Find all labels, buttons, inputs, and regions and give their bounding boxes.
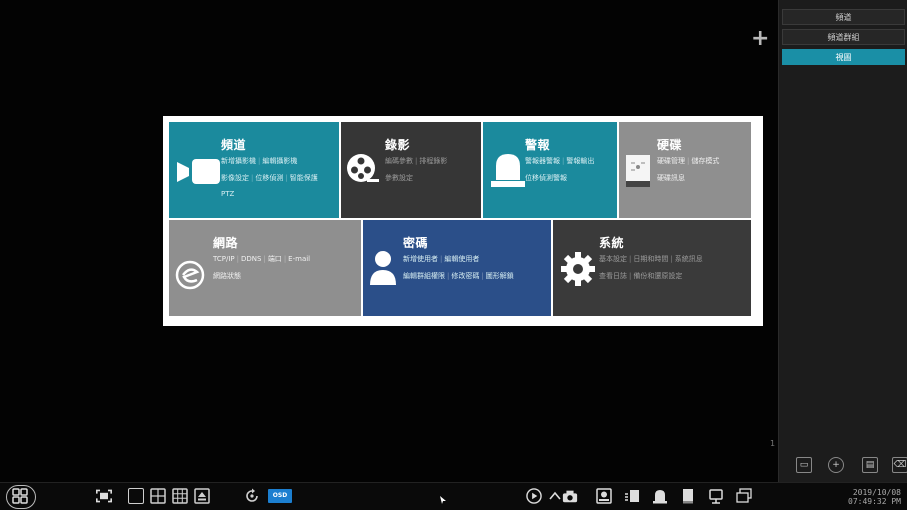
menu-tile-title: 錄影 (385, 138, 411, 152)
menu-tile-line-3: PTZ (221, 190, 235, 198)
clock-date: 2019/10/08 (852, 488, 901, 497)
menu-tile-line-2: 硬碟訊息 (657, 174, 685, 182)
hard-disk-icon (626, 155, 650, 187)
network-globe-icon (175, 260, 205, 290)
network-status-icon[interactable] (708, 488, 724, 504)
clock-time: 07:49:32 PM (848, 497, 901, 506)
layout-4-icon[interactable] (150, 488, 166, 504)
menu-tile-account[interactable]: 密碼 新增使用者 | 編輯使用者 編輯群組權限 | 修改密碼 | 圖形解鎖 (363, 220, 551, 316)
menu-tile-line-2: 影像設定 | 位移偵測 | 智能保護 (221, 174, 318, 182)
menu-tile-channel[interactable]: 頻道 新增攝影機 | 編輯攝影機 影像設定 | 位移偵測 | 智能保護 PTZ (169, 122, 339, 218)
menu-tile-title: 網路 (213, 236, 239, 250)
live-view-area[interactable]: + 1 頻道 新增攝影機 | 編輯攝影機 影像設定 | 位移偵測 | 智能保護 PTZ (0, 0, 778, 482)
manual-record-icon[interactable] (596, 488, 612, 504)
menu-tile-line-1: TCP/IP | DDNS | 端口 | E-mail (213, 255, 311, 263)
camera-icon (177, 159, 220, 184)
sidebar-tab-view[interactable]: 視圖 (782, 49, 905, 65)
sequence-icon[interactable] (244, 488, 260, 504)
bottom-taskbar: OSD 2019/10/08 07:49:32 PM (0, 482, 907, 510)
menu-tile-line-2: 參數設定 (385, 174, 413, 182)
user-icon (370, 251, 396, 285)
menu-tile-disk[interactable]: 硬碟 硬碟管理 | 儲存模式 硬碟訊息 (619, 122, 751, 218)
layout-switch-icon[interactable] (194, 488, 210, 504)
film-reel-icon (347, 154, 379, 182)
channel-sidebar: 頻道 頻道群組 視圖 ▭ + ▤ ⌫ (778, 0, 907, 482)
menu-tile-line-1: 硬碟管理 | 儲存模式 (657, 157, 720, 165)
delete-icon[interactable]: ⌫ (892, 457, 907, 473)
display-output-icon[interactable] (736, 488, 752, 504)
gear-icon (561, 252, 595, 286)
system-clock: 2019/10/08 07:49:32 PM (821, 488, 901, 506)
menu-tile-line-2: 編輯群組權限 | 修改密碼 | 圖形解鎖 (403, 272, 514, 280)
menu-tile-line-1: 新增攝影機 | 編輯攝影機 (221, 157, 298, 165)
save-icon[interactable]: ▭ (796, 457, 812, 473)
chevron-up-icon[interactable] (547, 488, 563, 504)
sidebar-tab-channel-group[interactable]: 頻道群組 (782, 29, 905, 45)
menu-tile-line-2: 位移偵測警報 (525, 174, 567, 182)
menu-tile-title: 硬碟 (657, 138, 683, 152)
snapshot-icon[interactable] (562, 488, 578, 504)
add-view-icon[interactable]: + (828, 457, 844, 473)
main-menu-panel: 頻道 新增攝影機 | 編輯攝影機 影像設定 | 位移偵測 | 智能保護 PTZ 錄影 (163, 116, 763, 326)
menu-tile-record[interactable]: 錄影 編碼參數 | 排程錄影 參數設定 (341, 122, 481, 218)
menu-tile-alarm[interactable]: 警報 警報器警報 | 警報輸出 位移偵測警報 (483, 122, 617, 218)
menu-tile-network[interactable]: 網路 TCP/IP | DDNS | 端口 | E-mail 網路狀態 (169, 220, 361, 316)
menu-tile-title: 警報 (525, 138, 551, 152)
grid-menu-icon (12, 488, 28, 504)
menu-tile-system[interactable]: 系統 基本設定 | 日期和時間 | 系統訊息 查看日誌 | 備份和還原設定 (553, 220, 751, 316)
menu-tile-title: 頻道 (221, 138, 247, 152)
layout-9-icon[interactable] (172, 488, 188, 504)
layout-1-icon[interactable] (128, 488, 144, 504)
menu-tile-title: 系統 (599, 236, 625, 250)
start-menu-button[interactable] (6, 485, 36, 509)
menu-tile-line-1: 新增使用者 | 編輯使用者 (403, 255, 480, 263)
menu-tile-line-1: 基本設定 | 日期和時間 | 系統訊息 (599, 255, 703, 263)
mouse-cursor-icon (440, 496, 446, 504)
menu-tile-line-2: 網路狀態 (213, 272, 241, 280)
menu-tile-line-2: 查看日誌 | 備份和還原設定 (599, 272, 683, 280)
osd-toggle-button[interactable]: OSD (268, 489, 292, 503)
add-icon[interactable]: + (751, 28, 769, 50)
menu-tile-title: 密碼 (403, 236, 429, 250)
audio-icon[interactable] (624, 488, 640, 504)
edit-view-icon[interactable]: ▤ (862, 457, 878, 473)
page-number: 1 (770, 439, 776, 448)
alarm-status-icon[interactable] (652, 488, 668, 504)
sidebar-tab-channel[interactable]: 頻道 (782, 9, 905, 25)
menu-tile-line-1: 編碼參數 | 排程錄影 (385, 157, 448, 165)
alarm-light-icon (491, 154, 525, 187)
disk-status-icon[interactable] (680, 488, 696, 504)
menu-tile-line-1: 警報器警報 | 警報輸出 (525, 157, 595, 165)
fullscreen-icon[interactable] (96, 488, 112, 504)
playback-icon[interactable] (526, 488, 542, 504)
